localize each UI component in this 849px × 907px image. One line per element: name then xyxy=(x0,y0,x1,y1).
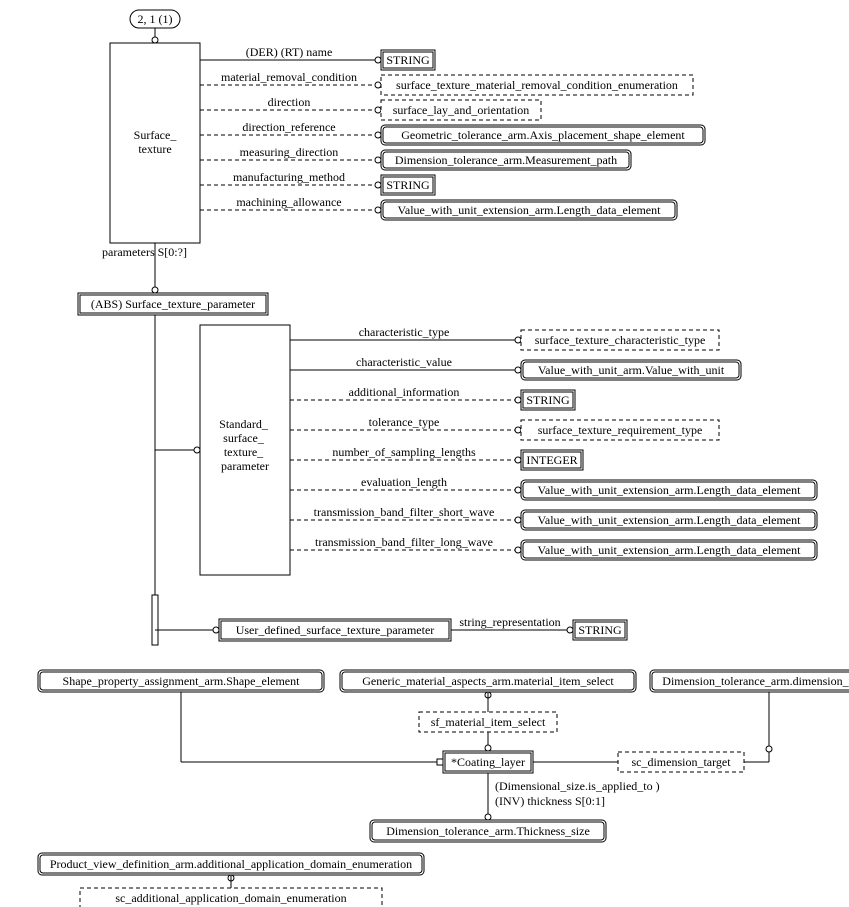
sstp-a7: transmission_band_filter_short_wave xyxy=(314,505,495,519)
svg-text:Geometric_tolerance_arm.Axis_p: Geometric_tolerance_arm.Axis_placement_s… xyxy=(401,128,685,142)
udstp-attr: string_representation xyxy=(459,615,560,629)
svg-text:surface_lay_and_orientation: surface_lay_and_orientation xyxy=(393,103,530,117)
sstp-a1: characteristic_type xyxy=(359,325,450,339)
scdt-type: sc_dimension_target xyxy=(618,752,744,772)
svg-text:User_defined_surface_texture_p: User_defined_surface_texture_parameter xyxy=(236,623,435,637)
coating-layer-entity: *Coating_layer xyxy=(443,751,533,773)
svg-text:STRING: STRING xyxy=(526,393,570,407)
inv-line1: (Dimensional_size.is_applied_to ) xyxy=(495,779,660,793)
svg-text:INTEGER: INTEGER xyxy=(526,453,577,467)
spa-entity: Shape_property_assignment_arm.Shape_elem… xyxy=(38,670,324,692)
svg-text:surface_texture_material_remov: surface_texture_material_removal_conditi… xyxy=(396,78,678,92)
inv-line2: (INV) thickness S[0:1] xyxy=(495,794,605,808)
sstp-entity: Standard_ surface_ texture_ parameter xyxy=(200,325,290,575)
udstp-string: STRING xyxy=(573,620,627,640)
sstp-a5: number_of_sampling_lengths xyxy=(332,445,476,459)
svg-text:surface_texture_characteristic: surface_texture_characteristic_type xyxy=(535,333,706,347)
sstp-t3: STRING xyxy=(521,390,575,410)
svg-text:STRING: STRING xyxy=(386,53,430,67)
svg-text:*Coating_layer: *Coating_layer xyxy=(451,755,525,769)
sstp-a4: tolerance_type xyxy=(369,415,440,429)
st-attr-name: (DER) (RT) name xyxy=(246,45,333,59)
page-ref: 2, 1 (1) xyxy=(138,12,173,26)
sstp-t1: surface_texture_characteristic_type xyxy=(521,330,719,350)
sstp-a6: evaluation_length xyxy=(361,475,447,489)
sfmis-type: sf_material_item_select xyxy=(419,712,557,732)
svg-text:Value_with_unit_extension_arm.: Value_with_unit_extension_arm.Length_dat… xyxy=(538,543,802,557)
type-string-2: STRING xyxy=(381,175,435,195)
sstp-t2: Value_with_unit_arm.Value_with_unit xyxy=(521,360,741,380)
gma-entity: Generic_material_aspects_arm.material_it… xyxy=(340,670,636,692)
abs-stp-entity: (ABS) Surface_texture_parameter xyxy=(78,293,268,315)
surface-texture-entity: Surface_texture xyxy=(110,43,200,243)
svg-text:STRING: STRING xyxy=(386,178,430,192)
svg-text:Value_with_unit_extension_arm.: Value_with_unit_extension_arm.Length_dat… xyxy=(398,203,662,217)
sstp-t5: INTEGER xyxy=(521,450,583,470)
svg-text:Generic_material_aspects_arm.m: Generic_material_aspects_arm.material_it… xyxy=(362,674,614,688)
scad-type: sc_additional_application_domain_enumera… xyxy=(80,888,382,907)
type-string-1: STRING xyxy=(381,50,435,70)
svg-text:Surface_texture: Surface_texture xyxy=(134,128,178,156)
svg-text:sc_additional_application_doma: sc_additional_application_domain_enumera… xyxy=(115,891,346,905)
sstp-t6: Value_with_unit_extension_arm.Length_dat… xyxy=(521,480,817,500)
svg-text:STRING: STRING xyxy=(578,623,622,637)
svg-text:Dimension_tolerance_arm.dimens: Dimension_tolerance_arm.dimension_target xyxy=(662,674,849,688)
dtd-entity: Dimension_tolerance_arm.dimension_target xyxy=(650,670,849,692)
sstp-t7: Value_with_unit_extension_arm.Length_dat… xyxy=(521,510,817,530)
pvd-entity: Product_view_definition_arm.additional_a… xyxy=(38,853,424,875)
svg-text:Dimension_tolerance_arm.Measur: Dimension_tolerance_arm.Measurement_path xyxy=(395,153,617,167)
sstp-a2: characteristic_value xyxy=(356,355,452,369)
sstp-a8: transmission_band_filter_long_wave xyxy=(315,535,493,549)
svg-text:Product_view_definition_arm.ad: Product_view_definition_arm.additional_a… xyxy=(50,857,412,871)
st-attr-ma: machining_allowance xyxy=(236,195,341,209)
type-mrc-enum: surface_texture_material_removal_conditi… xyxy=(381,75,693,95)
type-meas-path: Dimension_tolerance_arm.Measurement_path xyxy=(381,150,631,170)
st-attr-mrc: material_removal_condition xyxy=(221,70,357,84)
st-attr-direction: direction xyxy=(268,95,311,109)
udstp-entity: User_defined_surface_texture_parameter xyxy=(219,619,451,641)
sstp-t4: surface_texture_requirement_type xyxy=(521,420,719,440)
svg-text:Standard_ surface_: Standard_ surface_ texture_ parameter xyxy=(219,417,271,473)
type-geom-tol: Geometric_tolerance_arm.Axis_placement_s… xyxy=(381,125,705,145)
svg-text:surface_texture_requirement_ty: surface_texture_requirement_type xyxy=(538,423,703,437)
svg-text:sf_material_item_select: sf_material_item_select xyxy=(431,715,546,729)
st-attr-mdir: measuring_direction xyxy=(240,145,339,159)
svg-text:Dimension_tolerance_arm.Thickn: Dimension_tolerance_arm.Thickness_size xyxy=(386,824,590,838)
svg-text:Value_with_unit_extension_arm.: Value_with_unit_extension_arm.Length_dat… xyxy=(538,513,802,527)
svg-text:Value_with_unit_extension_arm.: Value_with_unit_extension_arm.Length_dat… xyxy=(538,483,802,497)
sstp-a3: additional_information xyxy=(349,385,460,399)
type-lay-orient: surface_lay_and_orientation xyxy=(381,100,541,120)
st-attr-mm: manufacturing_method xyxy=(233,170,345,184)
svg-text:sc_dimension_target: sc_dimension_target xyxy=(631,755,731,769)
st-attr-dirref: direction_reference xyxy=(242,120,335,134)
type-length-data-1: Value_with_unit_extension_arm.Length_dat… xyxy=(381,200,677,220)
svg-text:Value_with_unit_arm.Value_with: Value_with_unit_arm.Value_with_unit xyxy=(538,363,725,377)
st-params: parameters S[0:?] xyxy=(102,245,187,259)
dtt-entity: Dimension_tolerance_arm.Thickness_size xyxy=(370,820,606,842)
svg-text:(ABS) Surface_texture_paramete: (ABS) Surface_texture_parameter xyxy=(91,297,255,311)
sstp-t8: Value_with_unit_extension_arm.Length_dat… xyxy=(521,540,817,560)
svg-text:Shape_property_assignment_arm.: Shape_property_assignment_arm.Shape_elem… xyxy=(63,674,301,688)
